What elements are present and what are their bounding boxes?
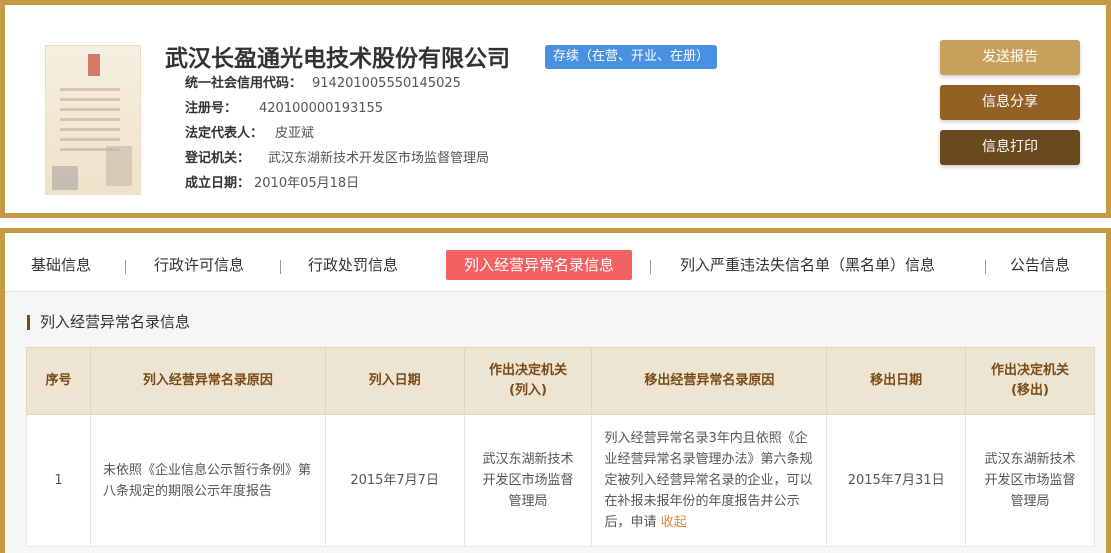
- registration-number-row: 注册号： 420100000193155: [185, 97, 383, 116]
- reason-out-text: 列入经营异常名录3年内且依照《企业经营异常名录管理办法》第六条规定被列入经营异常…: [604, 431, 813, 530]
- credit-code-row: 统一社会信用代码： 914201005550145025: [185, 72, 461, 91]
- registration-number-label: 注册号：: [185, 101, 238, 116]
- column-header-date-in: 列入日期: [324, 347, 465, 415]
- abnormal-list-table: 序号 列入经营异常名录原因 列入日期 作出决定机关 (列入) 移出经营异常名录原…: [26, 347, 1095, 547]
- column-header-reason-out: 移出经营异常名录原因: [591, 347, 828, 415]
- establish-date-label: 成立日期：: [185, 176, 251, 191]
- tab-admin-license[interactable]: 行政许可信息: [154, 250, 244, 280]
- tab-announcements[interactable]: 公告信息: [1010, 250, 1070, 280]
- cell-date-in: 2015年7月7日: [324, 414, 465, 547]
- tab-divider: [280, 260, 281, 274]
- table-header-row: 序号 列入经营异常名录原因 列入日期 作出决定机关 (列入) 移出经营异常名录原…: [26, 347, 1095, 415]
- cell-authority-out: 武汉东湖新技术开发区市场监督管理局: [965, 414, 1095, 547]
- establish-date-value: 2010年05月18日: [254, 176, 360, 191]
- tab-content-area: 列入经营异常名录信息 序号 列入经营异常名录原因 列入日期 作出决定机关 (列入…: [5, 291, 1106, 553]
- column-header-index: 序号: [26, 347, 91, 415]
- tab-basic-info[interactable]: 基础信息: [31, 250, 91, 280]
- tab-divider: [985, 260, 986, 274]
- registration-authority-label: 登记机关：: [185, 151, 251, 166]
- section-title: 列入经营异常名录信息: [27, 315, 190, 330]
- license-blur-block: [52, 166, 78, 190]
- tab-abnormal-operation[interactable]: 列入经营异常名录信息: [446, 250, 633, 280]
- tab-divider: [650, 260, 651, 274]
- cell-reason-in: 未依照《企业信息公示暂行条例》第八条规定的期限公示年度报告: [89, 414, 326, 547]
- tab-bar: 基础信息 行政许可信息 行政处罚信息 列入经营异常名录信息 列入严重违法失信名单…: [5, 233, 1106, 293]
- credit-code-label: 统一社会信用代码：: [185, 76, 303, 91]
- company-header-card: 武汉长盈通光电技术股份有限公司 存续（在营、开业、在册） 统一社会信用代码： 91…: [0, 0, 1111, 218]
- tab-divider: [125, 260, 126, 274]
- legal-representative-row: 法定代表人： 皮亚斌: [185, 122, 314, 141]
- share-info-button[interactable]: 信息分享: [940, 85, 1080, 120]
- column-header-reason-in: 列入经营异常名录原因: [89, 347, 326, 415]
- license-seal-mark: [88, 54, 100, 76]
- legal-representative-label: 法定代表人：: [185, 126, 264, 141]
- tab-admin-penalty[interactable]: 行政处罚信息: [308, 250, 398, 280]
- registration-authority-row: 登记机关： 武汉东湖新技术开发区市场监督管理局: [185, 147, 489, 166]
- tabs-card: 基础信息 行政许可信息 行政处罚信息 列入经营异常名录信息 列入严重违法失信名单…: [0, 228, 1111, 553]
- table-row: 1 未依照《企业信息公示暂行条例》第八条规定的期限公示年度报告 2015年7月7…: [26, 414, 1095, 547]
- legal-representative-value: 皮亚斌: [275, 126, 315, 141]
- cell-date-out: 2015年7月31日: [826, 414, 967, 547]
- cell-authority-in: 武汉东湖新技术开发区市场监督管理局: [463, 414, 593, 547]
- cell-reason-out: 列入经营异常名录3年内且依照《企业经营异常名录管理办法》第六条规定被列入经营异常…: [591, 414, 828, 547]
- registration-authority-value: 武汉东湖新技术开发区市场监督管理局: [268, 151, 490, 166]
- status-badge: 存续（在营、开业、在册）: [545, 45, 718, 69]
- company-name: 武汉长盈通光电技术股份有限公司: [165, 46, 510, 72]
- cell-index: 1: [26, 414, 91, 547]
- column-header-date-out: 移出日期: [826, 347, 967, 415]
- business-license-image[interactable]: [45, 45, 141, 195]
- send-report-button[interactable]: 发送报告: [940, 40, 1080, 75]
- establish-date-row: 成立日期： 2010年05月18日: [185, 172, 359, 191]
- registration-number-value: 420100000193155: [259, 101, 384, 116]
- tab-blacklist[interactable]: 列入严重违法失信名单（黑名单）信息: [680, 250, 935, 280]
- print-info-button[interactable]: 信息打印: [940, 130, 1080, 165]
- column-header-authority-out: 作出决定机关 (移出): [965, 347, 1095, 415]
- credit-code-value: 914201005550145025: [312, 76, 461, 91]
- collapse-link[interactable]: 收起: [661, 515, 687, 530]
- license-blur-block: [106, 146, 132, 186]
- column-header-authority-in: 作出决定机关 (列入): [463, 347, 593, 415]
